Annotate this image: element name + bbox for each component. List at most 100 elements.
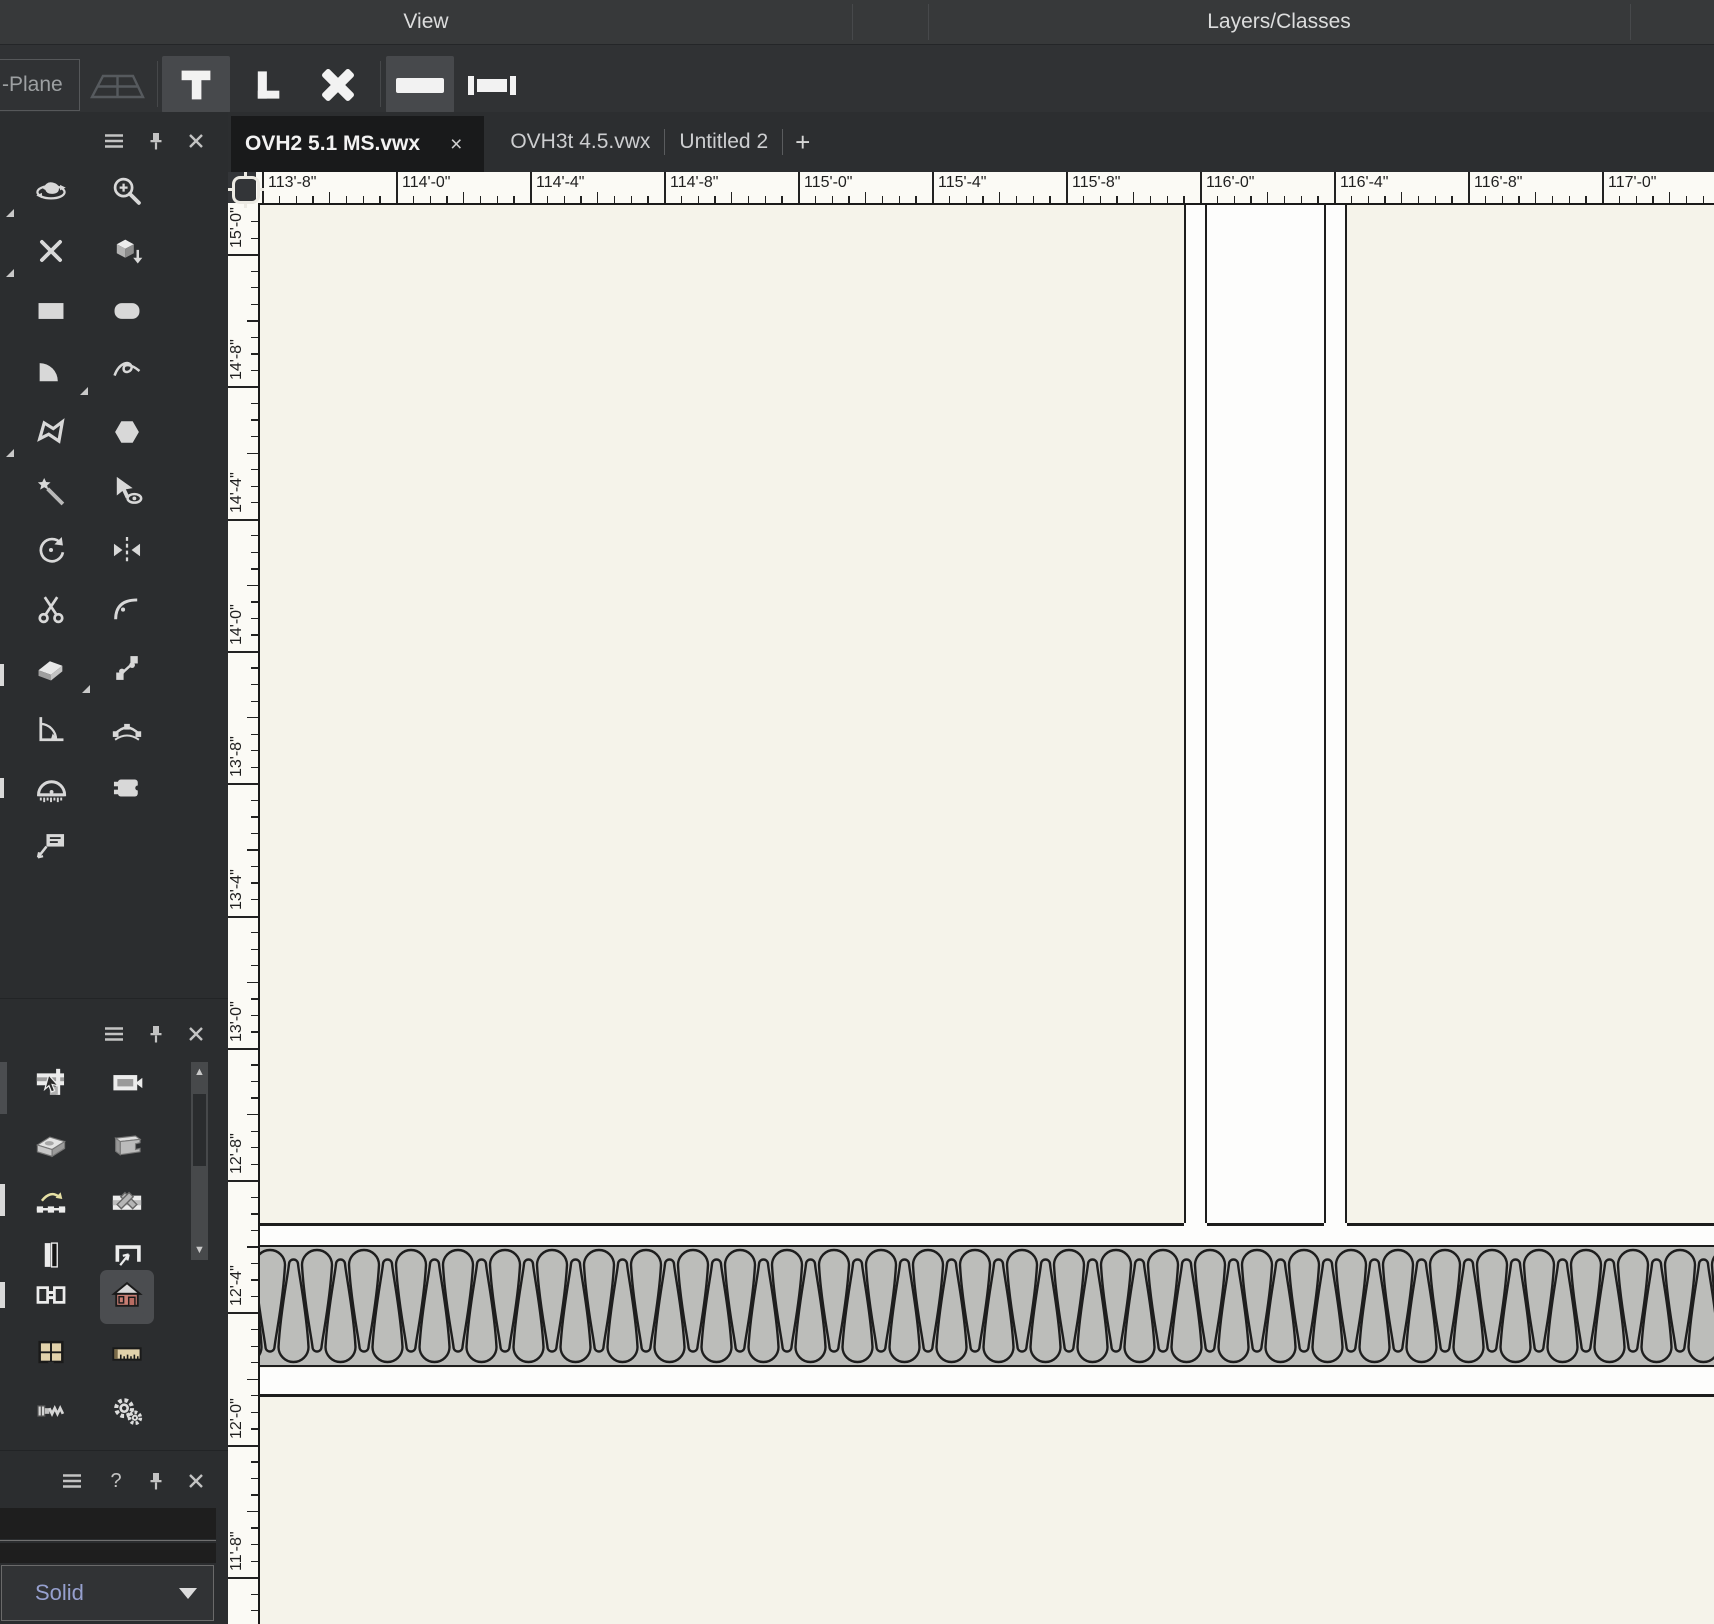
tool-tape-ruler[interactable] [110, 1339, 144, 1373]
close-icon[interactable] [184, 1023, 208, 1045]
tool-rotate[interactable] [34, 535, 68, 569]
scroll-track[interactable] [191, 1082, 208, 1240]
ruler-minor-tick [251, 617, 258, 620]
capped-bar-icon [468, 75, 516, 95]
hamburger-menu-icon[interactable] [60, 1470, 84, 1492]
tool-freehand[interactable] [110, 356, 144, 390]
tool-select-similar[interactable] [110, 476, 144, 510]
ruler-minor-tick [251, 1064, 258, 1066]
ruler-minor-tick [251, 1610, 258, 1612]
ruler-minor-tick [1451, 196, 1453, 203]
tool-arc-wedge[interactable] [34, 356, 68, 390]
tool-framing-member[interactable] [110, 1130, 144, 1164]
pin-icon[interactable] [144, 130, 168, 152]
tool-rounded-rectangle[interactable] [110, 296, 144, 330]
ruler-minor-tick [647, 196, 649, 203]
tool-rectangle[interactable] [34, 296, 68, 330]
toolbar-section-layers-classes: Layers/Classes [928, 0, 1630, 44]
ruler-major-tick [932, 172, 934, 203]
scroll-down-button[interactable]: ▼ [191, 1240, 208, 1260]
pin-icon[interactable] [144, 1023, 168, 1045]
tool-wall-heal[interactable] [110, 1188, 144, 1222]
ruler-minor-tick [251, 1279, 258, 1281]
capped-bar-mode-button[interactable] [458, 56, 526, 113]
tab-ovh3t[interactable]: OVH3t 4.5.vwx [496, 112, 664, 172]
tool-fillet[interactable] [110, 594, 144, 628]
t-join-mode-button[interactable] [162, 56, 230, 113]
tab-close-icon[interactable]: × [450, 134, 462, 155]
ruler-label: 115'-8" [1072, 174, 1121, 191]
tool-house[interactable] [110, 1280, 144, 1314]
tool-component-edit[interactable] [110, 1068, 144, 1102]
tool-callout[interactable] [34, 831, 68, 865]
close-icon[interactable] [184, 130, 208, 152]
scroll-thumb[interactable] [193, 1094, 206, 1166]
tool-angle-dimension[interactable] [34, 714, 68, 748]
tool-column[interactable] [34, 1240, 68, 1274]
ruler-minor-tick [251, 568, 258, 570]
ruler-label: 11'-8" [228, 1531, 245, 1571]
hamburger-menu-icon[interactable] [102, 130, 126, 152]
ruler-minor-tick [251, 469, 258, 471]
ruler-label: 13'-4" [228, 868, 245, 910]
help-icon[interactable]: ? [104, 1470, 128, 1492]
tool-flyover[interactable] [34, 176, 68, 210]
ruler-major-tick [1468, 172, 1470, 203]
tool-mirror[interactable] [110, 535, 144, 569]
tab-untitled-2[interactable]: Untitled 2 [665, 112, 782, 172]
ruler-minor-tick [251, 1031, 258, 1033]
ruler-minor-tick [251, 1196, 258, 1198]
tool-path-reshape[interactable] [34, 1188, 68, 1222]
tool-selection-x[interactable] [34, 236, 68, 270]
close-icon[interactable] [184, 1470, 208, 1492]
tool-clip[interactable] [34, 594, 68, 628]
ruler-origin-marker[interactable] [228, 172, 264, 208]
tool-connect-combine[interactable] [110, 653, 144, 687]
ruler-minor-tick [251, 1593, 258, 1595]
tool-zoom[interactable] [110, 176, 144, 210]
tool-door-link[interactable] [34, 1280, 68, 1314]
tool-gears[interactable] [110, 1396, 144, 1430]
tool-polygon[interactable] [34, 417, 68, 451]
scroll-up-button[interactable]: ▲ [191, 1062, 208, 1082]
push-pull-icon [110, 234, 144, 273]
clipped-selected-tile [0, 1062, 7, 1114]
fill-style-dropdown[interactable]: Solid [1, 1565, 214, 1621]
tool-eraser[interactable] [34, 653, 68, 687]
tool-fit-walls[interactable] [110, 1240, 144, 1274]
tab-ovh2-active[interactable]: OVH2 5.1 MS.vwx × [231, 116, 485, 172]
floor-top-line [258, 1223, 1184, 1226]
ruler-major-tick [228, 1444, 258, 1447]
tool-reshape-arc[interactable] [110, 714, 144, 748]
new-tab-button[interactable]: + [783, 112, 822, 172]
ruler-minor-tick [251, 1477, 258, 1480]
ruler-minor-tick [251, 750, 258, 752]
x-join-mode-button[interactable] [304, 56, 372, 113]
tool-slab[interactable] [34, 1130, 68, 1164]
flyout-indicator-icon [6, 209, 14, 217]
tool-push-pull[interactable] [110, 236, 144, 270]
tool-regular-polygon[interactable] [110, 417, 144, 451]
ruler-label: 14'-0" [228, 604, 245, 645]
ruler-minor-tick [948, 196, 951, 203]
tool-magic-wand[interactable] [34, 476, 68, 510]
ruler-minor-tick [345, 196, 348, 203]
tool-resize-panel[interactable] [110, 773, 144, 807]
tool-fastener[interactable] [34, 1396, 68, 1430]
plane-select[interactable]: -Plane [0, 59, 80, 111]
hamburger-menu-icon[interactable] [102, 1023, 126, 1045]
l-join-mode-button[interactable] [234, 56, 302, 113]
ruler-minor-tick [982, 196, 984, 203]
tool-protractor[interactable] [34, 773, 68, 807]
flat-bar-mode-button[interactable] [386, 56, 454, 113]
tool-window[interactable] [34, 1339, 68, 1373]
palette-scrollbar[interactable]: ▲ ▼ [191, 1062, 208, 1262]
ruler-minor-tick [251, 684, 258, 686]
pin-icon[interactable] [144, 1470, 168, 1492]
ruler-minor-tick [613, 196, 616, 203]
ruler-minor-tick [251, 634, 258, 636]
drawing-canvas[interactable] [258, 203, 1714, 1624]
tool-wall-end-edit[interactable] [34, 1068, 68, 1102]
ruler-minor-tick [251, 1262, 258, 1265]
ruler-minor-tick [251, 369, 258, 372]
